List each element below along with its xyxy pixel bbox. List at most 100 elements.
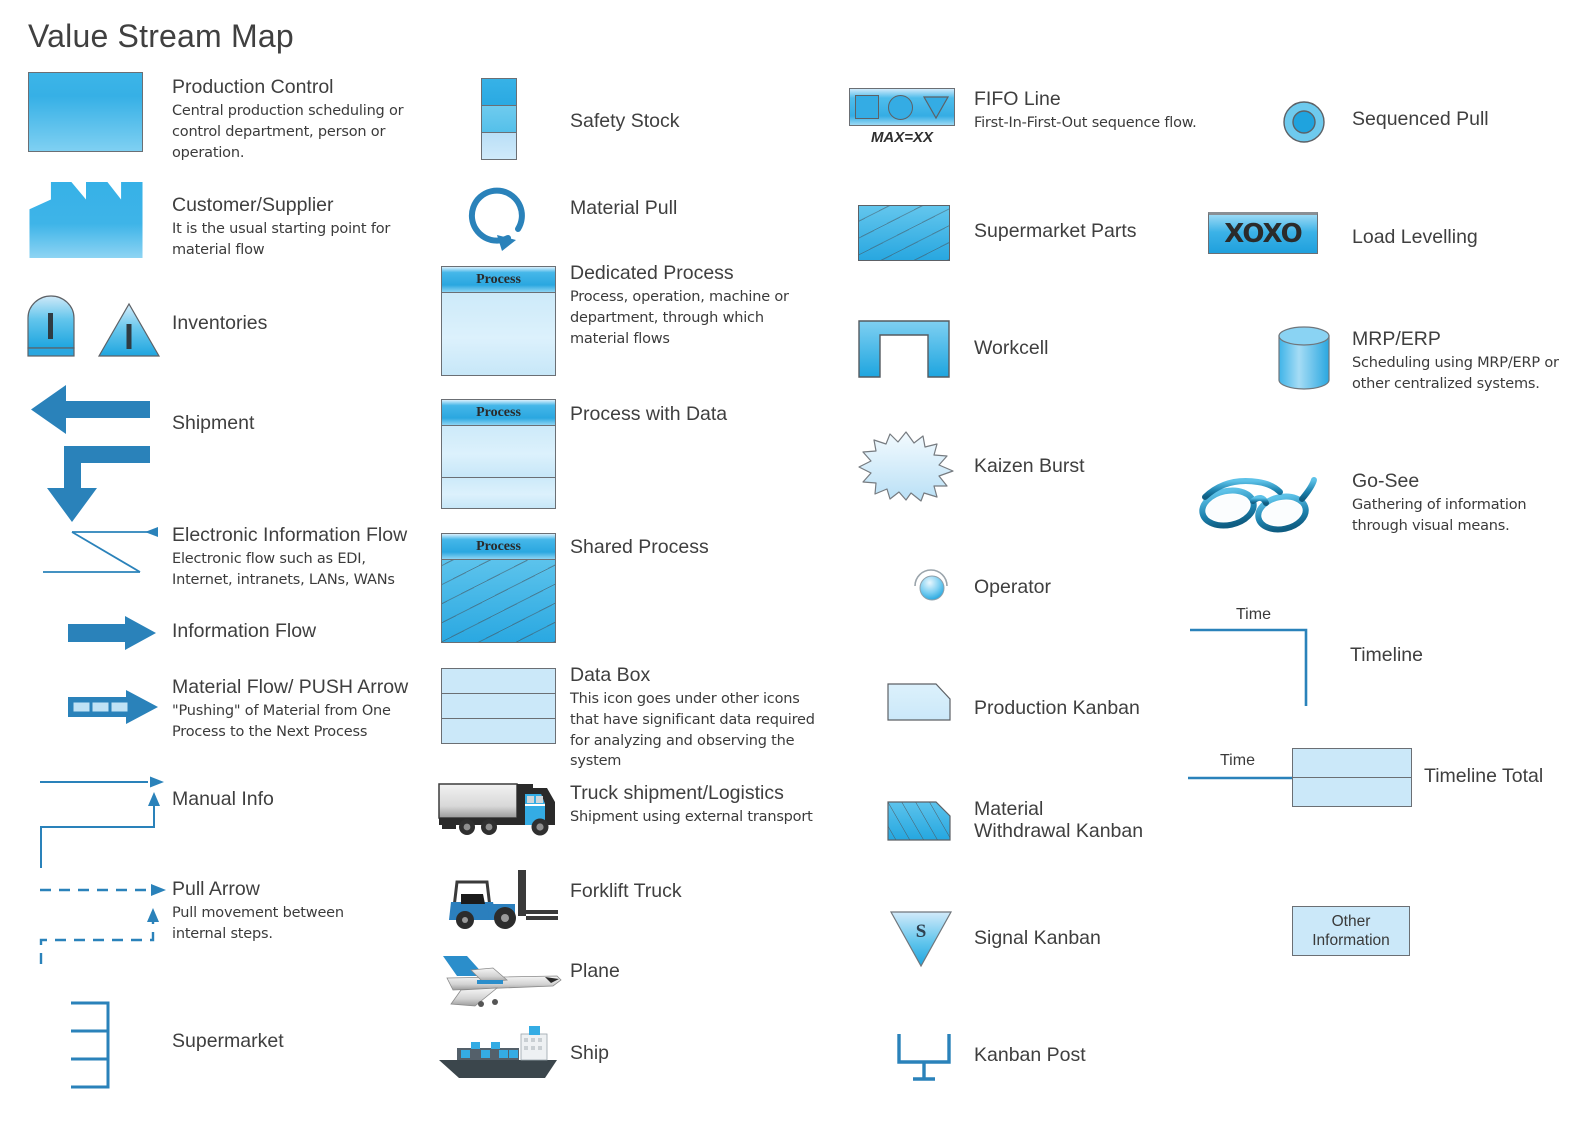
other-information-line1: Other [1331, 912, 1371, 930]
legend-title: Production Kanban [974, 697, 1140, 719]
timeline-step-icon: Time [1188, 606, 1318, 708]
legend-entry-operator: Operator [974, 576, 1051, 598]
legend-description: This icon goes under other icons that ha… [570, 691, 815, 770]
legend-description: First-In-First-Out sequence flow. [974, 115, 1197, 132]
legend-entry-ship: Ship [570, 1042, 609, 1064]
legend-entry-shared-process: Shared Process [570, 536, 709, 558]
legend-entry-production-control: Production Control Central production sc… [172, 76, 412, 163]
process-with-data-box-icon: Process [441, 399, 556, 509]
legend-title: Plane [570, 960, 620, 982]
legend-title: FIFO Line [974, 88, 1061, 110]
cargo-ship-icon [437, 1026, 562, 1082]
signal-triangle-icon: S [889, 910, 953, 968]
legend-entry-safety-stock: Safety Stock [570, 110, 679, 132]
legend-title: Material Withdrawal Kanban [974, 798, 1144, 843]
other-information-line2: Information [1312, 932, 1390, 949]
fifo-triangle-icon [923, 95, 950, 119]
legend-description: Pull movement between internal steps. [172, 905, 344, 942]
legend-title: Shared Process [570, 536, 709, 558]
fifo-circle-icon [888, 94, 914, 120]
fifo-square-icon [854, 95, 879, 119]
kanban-post-icon [895, 1030, 953, 1082]
hatched-kanban-card-icon [887, 801, 951, 841]
legend-title: Kanban Post [974, 1044, 1086, 1066]
other-information-box-icon: Other Information [1292, 906, 1410, 956]
factory-icon [28, 182, 144, 258]
legend-title: Material Flow/ PUSH Arrow [172, 676, 409, 698]
legend-entry-signal-kanban: Signal Kanban [974, 927, 1101, 949]
legend-entry-manual-info: Manual Info [172, 788, 274, 810]
legend-title: Load Levelling [1352, 226, 1478, 248]
legend-entry-kanban-post: Kanban Post [974, 1044, 1086, 1066]
legend-description: Electronic flow such as EDI, Internet, i… [172, 551, 395, 588]
load-levelling-label: XOXO [1208, 212, 1318, 254]
process-box-label: Process [442, 534, 555, 560]
legend-title: Truck shipment/Logistics [570, 782, 784, 804]
manual-info-arrow-icon [38, 762, 168, 872]
legend-entry-load-levelling: Load Levelling [1352, 226, 1478, 248]
legend-entry-timeline-total: Timeline Total [1424, 765, 1543, 787]
legend-title: Go-See [1352, 470, 1420, 492]
legend-entry-production-kanban: Production Kanban [974, 697, 1140, 719]
legend-title: Forklift Truck [570, 880, 682, 902]
operator-head-icon [911, 564, 951, 604]
legend-title: Process with Data [570, 403, 728, 425]
legend-title: Signal Kanban [974, 927, 1101, 949]
concentric-circle-icon [1282, 100, 1326, 144]
fifo-max-label: MAX=XX [870, 129, 934, 146]
legend-title: Customer/Supplier [172, 194, 334, 216]
legend-entry-supermarket-parts: Supermarket Parts [974, 220, 1137, 242]
legend-entry-electronic-information-flow: Electronic Information Flow Electronic f… [172, 524, 422, 591]
production-control-box-icon [28, 72, 143, 152]
legend-description: It is the usual starting point for mater… [172, 221, 391, 258]
lightning-flow-arrow-icon [40, 524, 165, 584]
fifo-line-icon: MAX=XX [849, 88, 955, 146]
legend-entry-kaizen-burst: Kaizen Burst [974, 455, 1085, 477]
eyeglasses-icon [1196, 466, 1320, 536]
legend-title: MRP/ERP [1352, 328, 1441, 350]
legend-entry-information-flow: Information Flow [172, 620, 316, 642]
legend-entry-truck-shipment: Truck shipment/Logistics Shipment using … [570, 782, 830, 828]
legend-entry-material-withdrawal-kanban: Material Withdrawal Kanban [974, 798, 1143, 843]
legend-description: Central production scheduling or control… [172, 103, 404, 161]
airplane-icon [437, 950, 562, 1008]
legend-title: Workcell [974, 337, 1049, 359]
legend-description: Shipment using external transport [570, 809, 813, 826]
legend-entry-customer-supplier: Customer/Supplier It is the usual starti… [172, 194, 412, 261]
workcell-u-shape-icon [858, 320, 950, 378]
striped-push-arrow-icon [68, 690, 158, 724]
legend-entry-material-pull: Material Pull [570, 197, 677, 219]
legend-entry-pull-arrow: Pull Arrow Pull movement between interna… [172, 878, 402, 945]
load-levelling-icon: XOXO [1208, 212, 1318, 254]
legend-title: Supermarket [172, 1030, 284, 1052]
legend-title: Sequenced Pull [1352, 108, 1489, 130]
legend-entry-go-see: Go-See Gathering of information through … [1352, 470, 1552, 537]
solid-block-arrow-icon [68, 616, 156, 650]
shipment-arrow-icon [28, 378, 153, 522]
legend-entry-fifo-line: FIFO Line First-In-First-Out sequence fl… [974, 88, 1224, 134]
legend-entry-timeline: Timeline [1350, 644, 1423, 666]
legend-title: Safety Stock [570, 110, 680, 132]
legend-title: Supermarket Parts [974, 220, 1137, 242]
legend-description: Process, operation, machine or departmen… [570, 289, 789, 347]
legend-entry-process-with-data: Process with Data [570, 403, 727, 425]
legend-entry-forklift-truck: Forklift Truck [570, 880, 682, 902]
inventory-dome-and-triangle-icon [20, 295, 161, 358]
legend-title: Data Box [570, 664, 651, 686]
legend-entry-workcell: Workcell [974, 337, 1048, 359]
legend-title: Timeline [1350, 644, 1423, 666]
legend-description: Gathering of information through visual … [1352, 497, 1527, 534]
kanban-card-icon [887, 683, 951, 721]
supermarket-shelves-icon [66, 1000, 121, 1090]
legend-title: Electronic Information Flow [172, 524, 408, 546]
legend-title: Information Flow [172, 620, 317, 642]
legend-entry-inventories: Inventories [172, 312, 412, 334]
truck-icon [437, 780, 562, 836]
legend-title: Material Pull [570, 197, 678, 219]
forklift-icon [443, 868, 558, 930]
data-box-icon [441, 668, 556, 744]
legend-title: Shipment [172, 412, 255, 434]
legend-entry-supermarket: Supermarket [172, 1030, 284, 1052]
process-box-label: Process [442, 267, 555, 293]
legend-entry-mrp-erp: MRP/ERP Scheduling using MRP/ERP or othe… [1352, 328, 1567, 395]
